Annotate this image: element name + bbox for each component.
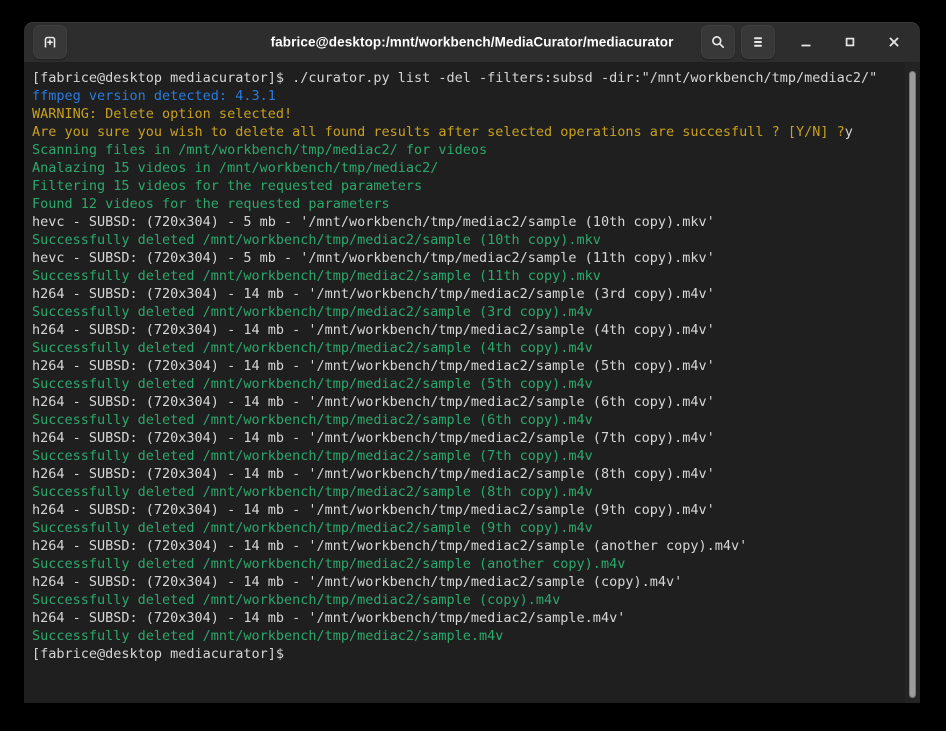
terminal-window: fabrice@desktop:/mnt/workbench/MediaCura… [24,22,920,703]
terminal-line: Analazing 15 videos in /mnt/workbench/tm… [32,159,900,177]
new-tab-button[interactable] [33,25,67,59]
maximize-icon [843,35,857,49]
terminal-line: [fabrice@desktop mediacurator]$ [32,645,900,663]
terminal-line: Are you sure you wish to delete all foun… [32,123,900,141]
scrollbar-track[interactable] [905,62,920,703]
terminal-line: Filtering 15 videos for the requested pa… [32,177,900,195]
terminal-line: WARNING: Delete option selected! [32,105,900,123]
terminal-output: [fabrice@desktop mediacurator]$ ./curato… [24,62,920,703]
terminal-line: h264 - SUBSD: (720x304) - 14 mb - '/mnt/… [32,501,900,519]
terminal-line: h264 - SUBSD: (720x304) - 14 mb - '/mnt/… [32,465,900,483]
scrollbar-thumb[interactable] [909,71,916,698]
close-button[interactable] [879,27,909,57]
menu-button[interactable] [741,25,775,59]
terminal-line: Successfully deleted /mnt/workbench/tmp/… [32,627,900,645]
maximize-button[interactable] [835,27,865,57]
close-icon [887,35,901,49]
terminal-line: Successfully deleted /mnt/workbench/tmp/… [32,591,900,609]
window-title: fabrice@desktop:/mnt/workbench/MediaCura… [271,35,674,50]
terminal-line: Successfully deleted /mnt/workbench/tmp/… [32,555,900,573]
minimize-icon [799,35,813,49]
terminal-line: Successfully deleted /mnt/workbench/tmp/… [32,375,900,393]
search-icon [710,34,726,50]
terminal-line: Found 12 videos for the requested parame… [32,195,900,213]
terminal-line: ffmpeg version detected: 4.3.1 [32,87,900,105]
terminal-line: h264 - SUBSD: (720x304) - 14 mb - '/mnt/… [32,321,900,339]
terminal-line: h264 - SUBSD: (720x304) - 14 mb - '/mnt/… [32,573,900,591]
terminal-line: h264 - SUBSD: (720x304) - 14 mb - '/mnt/… [32,393,900,411]
terminal-line: h264 - SUBSD: (720x304) - 14 mb - '/mnt/… [32,285,900,303]
titlebar[interactable]: fabrice@desktop:/mnt/workbench/MediaCura… [24,22,920,62]
terminal-line: Successfully deleted /mnt/workbench/tmp/… [32,483,900,501]
terminal-line: Successfully deleted /mnt/workbench/tmp/… [32,339,900,357]
terminal-line: Successfully deleted /mnt/workbench/tmp/… [32,411,900,429]
terminal-line: h264 - SUBSD: (720x304) - 14 mb - '/mnt/… [32,429,900,447]
terminal-line: Successfully deleted /mnt/workbench/tmp/… [32,447,900,465]
terminal-line: Scanning files in /mnt/workbench/tmp/med… [32,141,900,159]
terminal-viewport[interactable]: [fabrice@desktop mediacurator]$ ./curato… [24,62,920,703]
terminal-line: hevc - SUBSD: (720x304) - 5 mb - '/mnt/w… [32,249,900,267]
terminal-line: hevc - SUBSD: (720x304) - 5 mb - '/mnt/w… [32,213,900,231]
terminal-line: h264 - SUBSD: (720x304) - 14 mb - '/mnt/… [32,609,900,627]
terminal-line: Successfully deleted /mnt/workbench/tmp/… [32,303,900,321]
search-button[interactable] [701,25,735,59]
new-tab-icon [42,34,58,50]
minimize-button[interactable] [791,27,821,57]
terminal-line: h264 - SUBSD: (720x304) - 14 mb - '/mnt/… [32,357,900,375]
terminal-line: Successfully deleted /mnt/workbench/tmp/… [32,267,900,285]
terminal-line: Successfully deleted /mnt/workbench/tmp/… [32,231,900,249]
terminal-line: Successfully deleted /mnt/workbench/tmp/… [32,519,900,537]
terminal-line: h264 - SUBSD: (720x304) - 14 mb - '/mnt/… [32,537,900,555]
menu-icon [751,35,765,49]
terminal-line: [fabrice@desktop mediacurator]$ ./curato… [32,69,900,87]
